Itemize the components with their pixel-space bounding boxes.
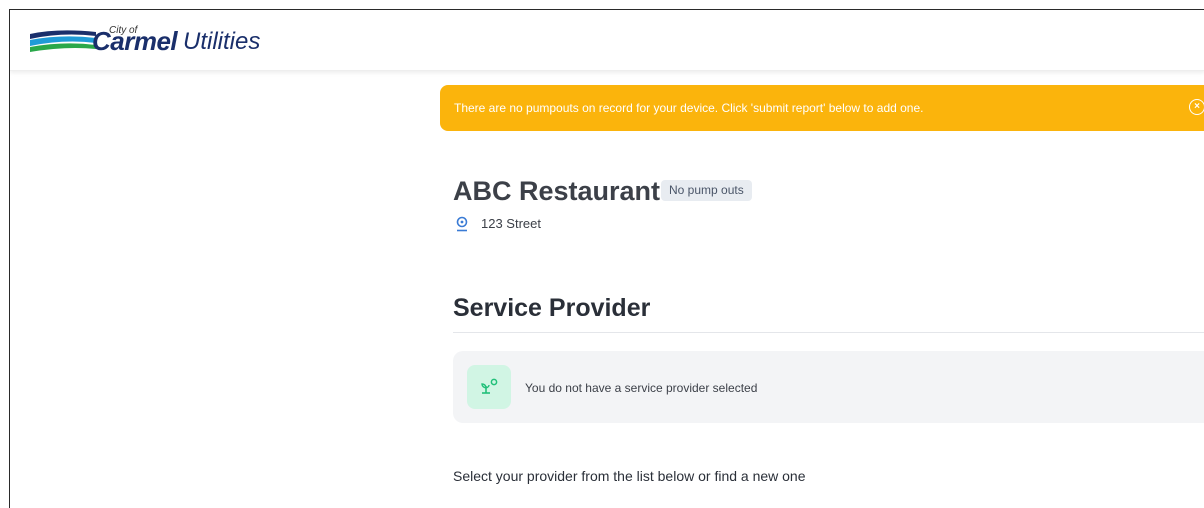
status-badge: No pump outs <box>661 180 752 201</box>
service-provider-empty-card: You do not have a service provider selec… <box>453 351 1204 423</box>
provider-icon-container <box>467 365 511 409</box>
provider-sprout-icon <box>481 378 498 394</box>
logo-carmel: Carmel <box>92 26 178 56</box>
warning-alert: There are no pumpouts on record for your… <box>440 85 1204 131</box>
app-frame: City of Carmel Utilities There are no pu… <box>9 9 1204 508</box>
select-provider-prompt: Select your provider from the list below… <box>453 468 806 484</box>
section-divider <box>453 332 1204 333</box>
facility-name: ABC Restaurant <box>453 176 661 206</box>
section-title-service-provider: Service Provider <box>453 294 651 322</box>
header: City of Carmel Utilities <box>10 10 1204 71</box>
address-text: 123 Street <box>481 216 541 231</box>
location-pin-icon <box>456 216 468 232</box>
logo-utilities: Utilities <box>183 28 261 55</box>
logo-swoosh-icon <box>30 30 96 52</box>
carmel-utilities-logo[interactable]: City of Carmel Utilities <box>28 22 288 58</box>
provider-empty-message: You do not have a service provider selec… <box>525 381 758 395</box>
alert-message: There are no pumpouts on record for your… <box>454 101 924 115</box>
close-circle-icon[interactable]: × <box>1189 99 1204 115</box>
